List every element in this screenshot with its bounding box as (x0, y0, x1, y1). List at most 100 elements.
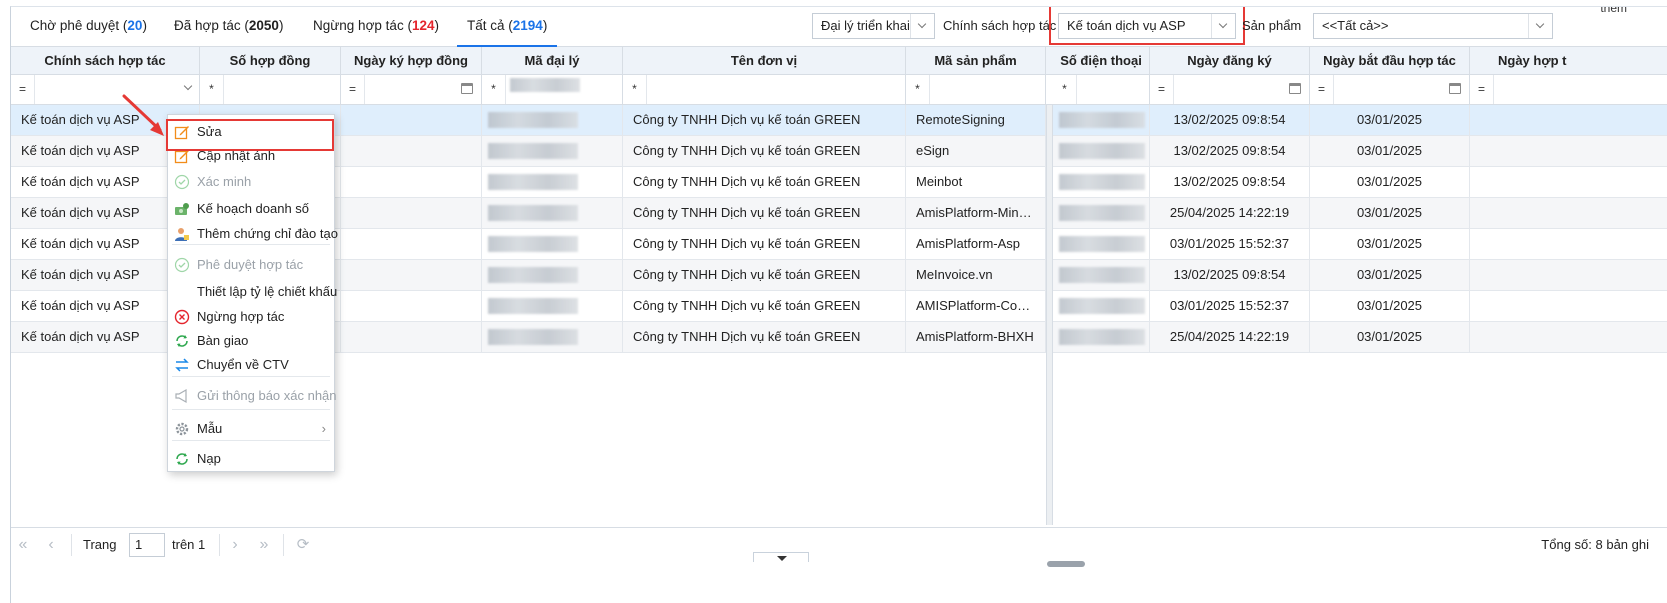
horizontal-scrollbar-thumb[interactable] (1047, 561, 1085, 567)
cell-phone (1053, 167, 1150, 197)
cell-empty (341, 136, 482, 166)
filter-start-date[interactable]: = (1310, 75, 1470, 105)
menu-item-2[interactable]: Cập nhật ảnh (168, 145, 334, 167)
menu-item-label: Phê duyệt hợp tác (197, 257, 304, 272)
menu-divider (172, 376, 330, 377)
filter-phone[interactable]: * (1053, 75, 1150, 105)
cell-phone (1053, 260, 1150, 290)
col-contract-date[interactable]: Ngày ký hợp đồng (341, 47, 482, 75)
cell-empty (341, 260, 482, 290)
col-product-code[interactable]: Mã sản phẩm (906, 47, 1046, 75)
collapse-toggle[interactable] (753, 552, 809, 562)
menu-item-5[interactable]: Thêm chứng chỉ đào tạo (168, 223, 338, 245)
menu-divider (172, 440, 330, 441)
cell-agent-code (482, 136, 623, 166)
calendar-icon[interactable] (1449, 83, 1461, 94)
menu-item-1[interactable]: Sửa (168, 121, 334, 143)
tab-bar: Chờ phê duyệt (20) Đã hợp tác (2050) Ngừ… (11, 7, 1667, 47)
cell-unit: Công ty TNHH Dịch vụ kế toán GREEN (623, 105, 906, 135)
col-unit-name[interactable]: Tên đơn vị (623, 47, 906, 75)
menu-item-label: Cập nhật ảnh (197, 148, 276, 163)
calendar-icon[interactable] (461, 83, 473, 94)
filter-coop-date[interactable]: = (1470, 75, 1667, 105)
menu-item-9[interactable]: Bàn giao (168, 330, 334, 352)
cell-agent-code (482, 198, 623, 228)
filter-product-code[interactable]: * (906, 75, 1046, 105)
menu-item-12[interactable]: Mẫu › (168, 418, 334, 440)
filter-unit-name[interactable]: * (623, 75, 906, 105)
tab-stopped[interactable]: Ngừng hợp tác (124) (313, 7, 439, 47)
cell-empty (341, 322, 482, 352)
cell-product: AmisPlatform-MinTax (906, 198, 1046, 228)
col-phone[interactable]: Số điện thoại (1053, 47, 1150, 75)
cell-reg-date: 13/02/2025 09:8:54 (1150, 167, 1310, 197)
menu-item-13[interactable]: Nạp (168, 448, 334, 470)
menu-item-label: Mẫu (197, 421, 223, 436)
product-select[interactable]: <<Tất cả>> (1313, 13, 1553, 39)
cell-start-date: 03/01/2025 (1310, 167, 1470, 197)
cell-start-date: 03/01/2025 (1310, 260, 1470, 290)
cell-unit: Công ty TNHH Dịch vụ kế toán GREEN (623, 167, 906, 197)
col-start-date[interactable]: Ngày bắt đầu hợp tác (1310, 47, 1470, 75)
redacted-value (1059, 143, 1145, 159)
total-records: Tổng số: 8 bản ghi (1541, 537, 1649, 552)
tab-cooperated[interactable]: Đã hợp tác (2050) (174, 7, 283, 47)
menu-item-8[interactable]: Ngừng hợp tác (168, 306, 334, 328)
menu-item-7[interactable]: Thiết lập tỷ lệ chiết khấu (168, 281, 337, 303)
cell-agent-code (482, 105, 623, 135)
filter-contract-date[interactable]: = (341, 75, 482, 105)
cell-empty (1470, 291, 1667, 321)
filter-row: = * = * * * * = = = (11, 75, 1667, 105)
transfer-icon (174, 357, 190, 373)
redacted-value (1059, 329, 1145, 345)
col-contract-no[interactable]: Số hợp đồng (200, 47, 341, 75)
col-agent-code[interactable]: Mã đại lý (482, 47, 623, 75)
product-label: Sản phẩm (1242, 18, 1302, 33)
prev-page-icon[interactable]: ‹ (41, 535, 61, 555)
cell-unit: Công ty TNHH Dịch vụ kế toán GREEN (623, 260, 906, 290)
tab-all[interactable]: Tất cả (2194) (457, 7, 558, 47)
menu-item-label: Ngừng hợp tác (197, 309, 285, 324)
menu-item-label: Thêm chứng chỉ đào tạo (197, 226, 338, 241)
col-coop-date[interactable]: Ngày hợp t (1470, 47, 1667, 75)
page-input[interactable]: 1 (129, 533, 165, 557)
cell-agent-code (482, 260, 623, 290)
redacted-value (1059, 205, 1145, 221)
chevron-right-icon: › (321, 421, 326, 436)
redacted-value (488, 174, 578, 190)
filter-policy[interactable]: = (11, 75, 200, 105)
agent-type-select[interactable]: Đại lý triển khai (812, 13, 935, 39)
refresh-icon (174, 333, 190, 349)
cell-product: AmisPlatform-Asp (906, 229, 1046, 259)
cell-phone (1053, 105, 1150, 135)
redacted-value (488, 298, 578, 314)
next-page-icon[interactable]: › (225, 535, 245, 555)
redacted-value (1059, 267, 1145, 283)
cell-start-date: 03/01/2025 (1310, 136, 1470, 166)
menu-item-10[interactable]: Chuyển về CTV (168, 354, 334, 376)
frozen-column-splitter[interactable] (1046, 105, 1053, 525)
cell-start-date: 03/01/2025 (1310, 229, 1470, 259)
cell-agent-code (482, 167, 623, 197)
first-page-icon[interactable]: « (13, 535, 33, 555)
filter-register-date[interactable]: = (1150, 75, 1310, 105)
chevron-down-icon (910, 14, 934, 38)
redacted-value (488, 329, 578, 345)
cell-empty (341, 229, 482, 259)
last-page-icon[interactable]: » (254, 535, 274, 555)
tab-pending[interactable]: Chờ phê duyệt (20) (30, 7, 147, 47)
filter-agent-code[interactable]: * (482, 75, 623, 105)
calendar-icon[interactable] (1289, 83, 1301, 94)
cell-product: Meinbot (906, 167, 1046, 197)
menu-item-4[interactable]: Kế hoạch doanh số (168, 198, 334, 220)
refresh-icon[interactable]: ⟳ (293, 535, 313, 555)
col-policy[interactable]: Chính sách hợp tác (11, 47, 200, 75)
menu-item-label: Nạp (197, 451, 221, 466)
col-register-date[interactable]: Ngày đăng ký (1150, 47, 1310, 75)
redacted-value (488, 205, 578, 221)
cell-reg-date: 25/04/2025 14:22:19 (1150, 322, 1310, 352)
filter-contract-no[interactable]: * (200, 75, 341, 105)
policy-select[interactable]: Kế toán dịch vụ ASP (1058, 13, 1236, 39)
pager: « ‹ Trang 1 trên 1 › » ⟳ Tổng số: 8 bản … (11, 527, 1667, 561)
redacted-value (488, 267, 578, 283)
